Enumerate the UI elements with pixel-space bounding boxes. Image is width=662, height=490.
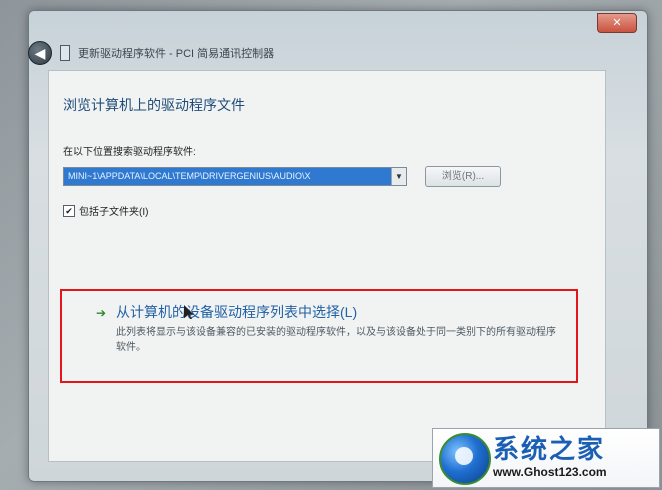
path-input[interactable]: MINI~1\APPDATA\LOCAL\TEMP\DRIVERGENIUS\A… <box>64 168 391 185</box>
logo-name: 系统之家 <box>493 434 606 464</box>
close-button[interactable]: ✕ <box>597 13 637 33</box>
search-location-label: 在以下位置搜索驱动程序软件: <box>63 147 196 158</box>
path-combobox[interactable]: MINI~1\APPDATA\LOCAL\TEMP\DRIVERGENIUS\A… <box>63 167 407 186</box>
pick-from-list-link[interactable]: 从计算机的设备驱动程序列表中选择(L) <box>116 302 357 322</box>
pick-from-list-description: 此列表将显示与该设备兼容的已安装的驱动程序软件，以及与该设备处于同一类别下的所有… <box>116 327 556 353</box>
dialog-content: 浏览计算机上的驱动程序文件 在以下位置搜索驱动程序软件: MINI~1\APPD… <box>48 70 606 462</box>
back-arrow-icon: ◀ <box>34 44 46 61</box>
window-title: 更新驱动程序软件 - PCI 简易通讯控制器 <box>78 48 275 60</box>
page-heading: 浏览计算机上的驱动程序文件 <box>63 97 245 113</box>
browse-button[interactable]: 浏览(R)... <box>425 166 501 187</box>
chevron-down-icon[interactable]: ▼ <box>391 168 406 185</box>
include-subfolders-label: 包括子文件夹(I) <box>79 207 149 218</box>
include-subfolders-row[interactable]: ✔ 包括子文件夹(I) <box>63 203 148 218</box>
device-icon <box>60 45 70 61</box>
watermark-logo: 系统之家 www.Ghost123.com <box>432 428 660 488</box>
title-bar: ◀ 更新驱动程序软件 - PCI 简易通讯控制器 <box>28 40 528 66</box>
arrow-right-icon: ➔ <box>96 306 107 320</box>
include-subfolders-checkbox[interactable]: ✔ <box>63 204 75 217</box>
logo-icon <box>439 433 491 485</box>
back-button[interactable]: ◀ <box>28 41 52 65</box>
logo-url: www.Ghost123.com <box>493 465 607 479</box>
